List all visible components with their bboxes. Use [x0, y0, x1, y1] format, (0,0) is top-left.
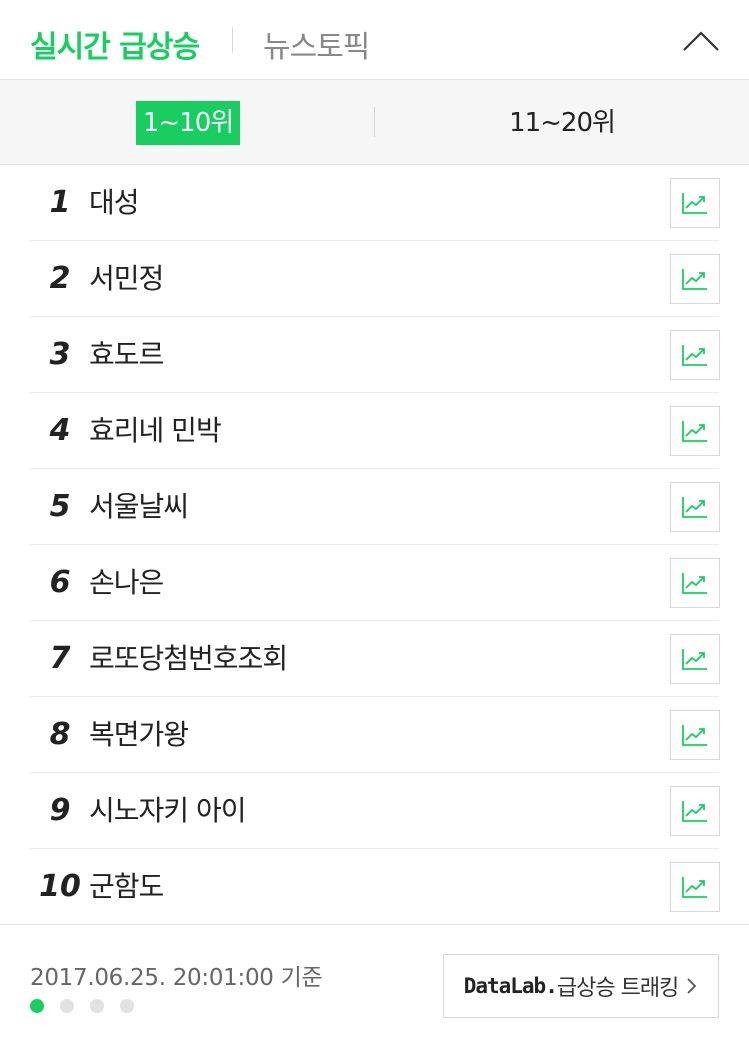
ranking-item[interactable]: 8 복면가왕: [30, 697, 720, 773]
ranking-item[interactable]: 1 대성: [30, 165, 720, 241]
ranking-item[interactable]: 7 로또당첨번호조회: [30, 621, 720, 697]
rank-number: 5: [49, 489, 71, 524]
header: 실시간 급상승 뉴스토픽: [0, 0, 749, 80]
trend-chart-button[interactable]: [670, 330, 720, 380]
trend-chart-button[interactable]: [670, 710, 720, 760]
trend-chart-button[interactable]: [670, 254, 720, 304]
trending-up-icon: [682, 801, 707, 822]
rank-number: 1: [49, 185, 71, 220]
tab-realtime-rising[interactable]: 실시간 급상승: [30, 22, 200, 66]
rank-number: 9: [49, 793, 71, 828]
page-dot[interactable]: [90, 999, 104, 1013]
trend-chart-button[interactable]: [670, 786, 720, 836]
rank-number: 10: [39, 869, 81, 904]
collapse-button[interactable]: [676, 20, 726, 60]
ranking-item[interactable]: 6 손나은: [30, 545, 720, 621]
ranking-item[interactable]: 3 효도르: [30, 317, 720, 393]
trending-up-icon: [682, 421, 707, 442]
trending-up-icon: [682, 573, 707, 594]
trend-chart-button[interactable]: [670, 558, 720, 608]
ranking-item[interactable]: 5 서울날씨: [30, 469, 720, 545]
keyword-link[interactable]: 효도르: [89, 317, 164, 393]
rank-number: 7: [49, 641, 71, 676]
chevron-right-icon: [687, 978, 697, 994]
page-dot[interactable]: [30, 999, 44, 1013]
trend-chart-button[interactable]: [670, 634, 720, 684]
trending-up-icon: [682, 725, 707, 746]
ranking-list: 1 대성 2 서민정 3 효도르 4 효리네 민박 5 서울날씨 6 손나은 7 로또당첨번호조회 8 복면가…: [0, 165, 749, 925]
keyword-link[interactable]: 서울날씨: [89, 469, 189, 545]
rank-number: 4: [49, 413, 71, 448]
keyword-link[interactable]: 서민정: [89, 241, 164, 317]
trend-chart-button[interactable]: [670, 406, 720, 456]
datalab-brand: DataLab.: [463, 974, 558, 998]
ranking-item[interactable]: 10 군함도: [30, 849, 720, 925]
rank-number: 8: [49, 717, 71, 752]
keyword-link[interactable]: 군함도: [89, 849, 164, 925]
range-divider: [374, 107, 375, 137]
range-1-10-tab[interactable]: 1~10위: [136, 101, 240, 145]
trend-chart-button[interactable]: [670, 178, 720, 228]
tab-news-topic[interactable]: 뉴스토픽: [263, 22, 370, 66]
keyword-link[interactable]: 손나은: [89, 545, 164, 621]
trending-up-icon: [682, 497, 707, 518]
range-11-20-tab[interactable]: 11~20위: [500, 101, 624, 145]
rank-number: 3: [49, 337, 71, 372]
keyword-link[interactable]: 효리네 민박: [89, 393, 222, 469]
update-timestamp: 2017.06.25. 20:01:00 기준: [30, 965, 323, 991]
page-dot[interactable]: [120, 999, 134, 1013]
page-indicator: [30, 999, 134, 1013]
keyword-link[interactable]: 복면가왕: [89, 697, 189, 773]
trending-up-icon: [682, 649, 707, 670]
trending-up-icon: [682, 345, 707, 366]
header-divider: [232, 27, 233, 53]
trending-up-icon: [682, 193, 707, 214]
trend-chart-button[interactable]: [670, 862, 720, 912]
rank-range-tabs: 1~10위 11~20위: [0, 80, 749, 165]
keyword-link[interactable]: 로또당첨번호조회: [89, 621, 288, 697]
trending-up-icon: [682, 269, 707, 290]
datalab-label: 급상승 트래킹: [556, 976, 679, 1001]
keyword-link[interactable]: 시노자키 아이: [89, 773, 246, 849]
trending-up-icon: [682, 877, 707, 898]
ranking-item[interactable]: 2 서민정: [30, 241, 720, 317]
keyword-link[interactable]: 대성: [89, 165, 140, 241]
rank-number: 2: [49, 261, 71, 296]
rank-number: 6: [49, 565, 71, 600]
trend-chart-button[interactable]: [670, 482, 720, 532]
datalab-trending-button[interactable]: DataLab. 급상승 트래킹: [443, 954, 719, 1018]
footer: 2017.06.25. 20:01:00 기준 DataLab. 급상승 트래킹: [0, 924, 749, 1047]
ranking-item[interactable]: 4 효리네 민박: [30, 393, 720, 469]
page-dot[interactable]: [60, 999, 74, 1013]
chevron-up-icon: [683, 31, 719, 51]
ranking-item[interactable]: 9 시노자키 아이: [30, 773, 720, 849]
